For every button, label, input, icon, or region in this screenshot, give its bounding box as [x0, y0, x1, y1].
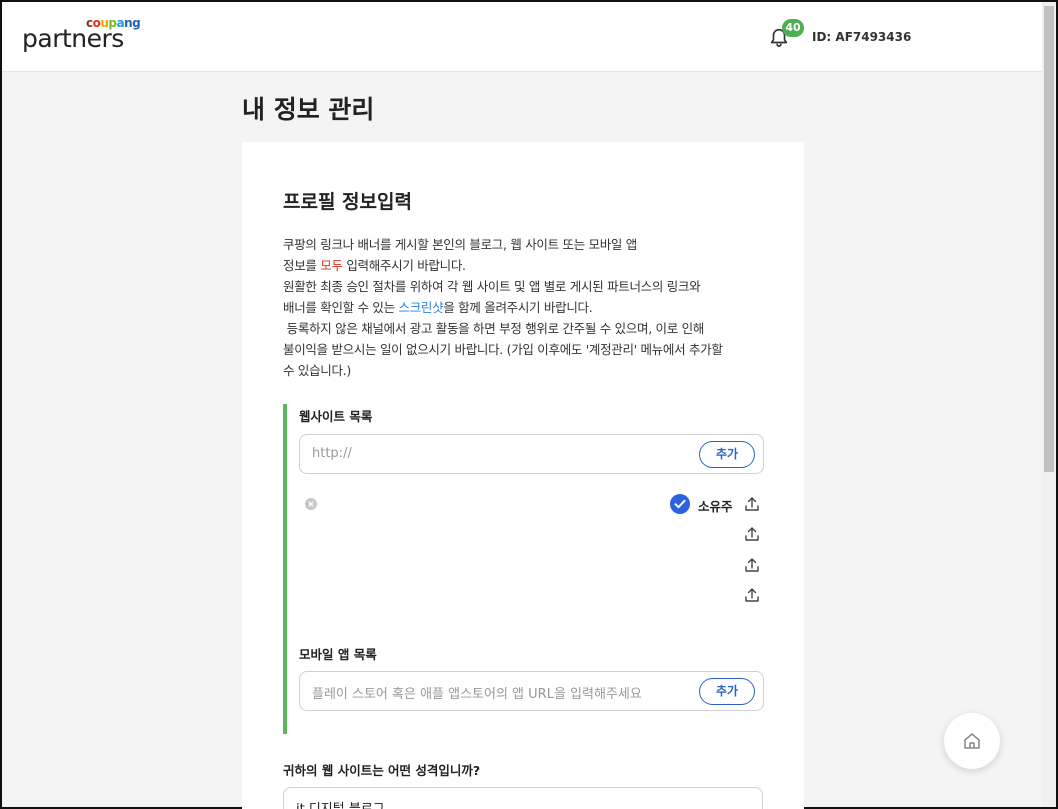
- site-type-question: 귀하의 웹 사이트는 어떤 성격입니까?: [283, 763, 481, 778]
- channel-list-block: 웹사이트 목록 http:// 추가 소유주 모바일 앱 목록 플레이 스토어: [283, 404, 764, 734]
- coupang-partners-logo[interactable]: coupang partners: [22, 16, 142, 56]
- page-title: 내 정보 관리: [242, 95, 375, 124]
- website-url-placeholder: http://: [312, 446, 352, 461]
- screenshot-link[interactable]: 스크린샷: [399, 300, 444, 315]
- profile-card: 프로필 정보입력 쿠팡의 링크나 배너를 게시할 본인의 블로그, 웹 사이트 …: [242, 142, 804, 809]
- desc-line: 원활한 최종 승인 절차를 위하여 각 웹 사이트 및 앱 별로 게시된 파트너…: [283, 279, 701, 294]
- desc-line: 쿠팡의 링크나 배너를 게시할 본인의 블로그, 웹 사이트 또는 모바일 앱: [283, 237, 638, 252]
- desc-highlight-all: 모두: [320, 258, 343, 273]
- upload-screenshot-icon[interactable]: [744, 557, 760, 573]
- site-type-input[interactable]: it 디지털 블로그: [283, 787, 763, 809]
- desc-text: 입력해주시기 바랍니다.: [342, 258, 466, 273]
- desc-text: 을 함께 올려주시기 바랍니다.: [443, 300, 593, 315]
- logo-partners-text: partners: [22, 24, 124, 53]
- upload-screenshot-icon[interactable]: [744, 496, 760, 512]
- scrollbar-thumb[interactable]: [1044, 6, 1054, 472]
- app-url-input[interactable]: 플레이 스토어 혹은 애플 앱스토어의 앱 URL을 입력해주세요 추가: [299, 671, 764, 711]
- notification-badge: 40: [782, 19, 804, 37]
- user-id[interactable]: ID: AF7493436: [812, 30, 911, 44]
- desc-text: 정보를: [283, 258, 321, 273]
- owner-check-icon[interactable]: [670, 494, 690, 514]
- top-header: coupang partners 40 ID: AF7493436: [2, 2, 1042, 72]
- desc-line: 정보를 모두 입력해주시기 바랍니다.: [283, 255, 773, 276]
- add-app-button[interactable]: 추가: [699, 678, 755, 705]
- website-url-input[interactable]: http:// 추가: [299, 434, 764, 474]
- app-url-placeholder: 플레이 스토어 혹은 애플 앱스토어의 앱 URL을 입력해주세요: [312, 687, 642, 702]
- upload-screenshot-icon[interactable]: [744, 526, 760, 542]
- app-list-label: 모바일 앱 목록: [299, 647, 377, 662]
- page-scrollbar[interactable]: [1042, 2, 1056, 807]
- site-type-value: it 디지털 블로그: [296, 798, 385, 809]
- desc-text: 배너를 확인할 수 있는: [283, 300, 399, 315]
- logo-letter: ng: [124, 16, 141, 30]
- home-button[interactable]: [944, 713, 1000, 769]
- desc-line: 수 있습니다.): [283, 363, 351, 378]
- desc-line: 등록하지 않은 채널에서 광고 활동을 하면 부정 행위로 간주될 수 있으며,…: [283, 321, 705, 336]
- owner-label: 소유주: [698, 499, 733, 514]
- remove-website-icon[interactable]: [305, 498, 317, 510]
- desc-line: 배너를 확인할 수 있는 스크린샷을 함께 올려주시기 바랍니다.: [283, 297, 773, 318]
- desc-line: 불이익을 받으시는 일이 없으시기 바랍니다. (가입 이후에도 '계정관리' …: [283, 342, 723, 357]
- home-icon: [964, 733, 980, 749]
- section-title: 프로필 정보입력: [283, 191, 412, 213]
- upload-screenshot-icon[interactable]: [744, 587, 760, 603]
- website-list-label: 웹사이트 목록: [299, 409, 373, 424]
- add-website-button[interactable]: 추가: [699, 441, 755, 468]
- profile-description: 쿠팡의 링크나 배너를 게시할 본인의 블로그, 웹 사이트 또는 모바일 앱 …: [283, 234, 773, 381]
